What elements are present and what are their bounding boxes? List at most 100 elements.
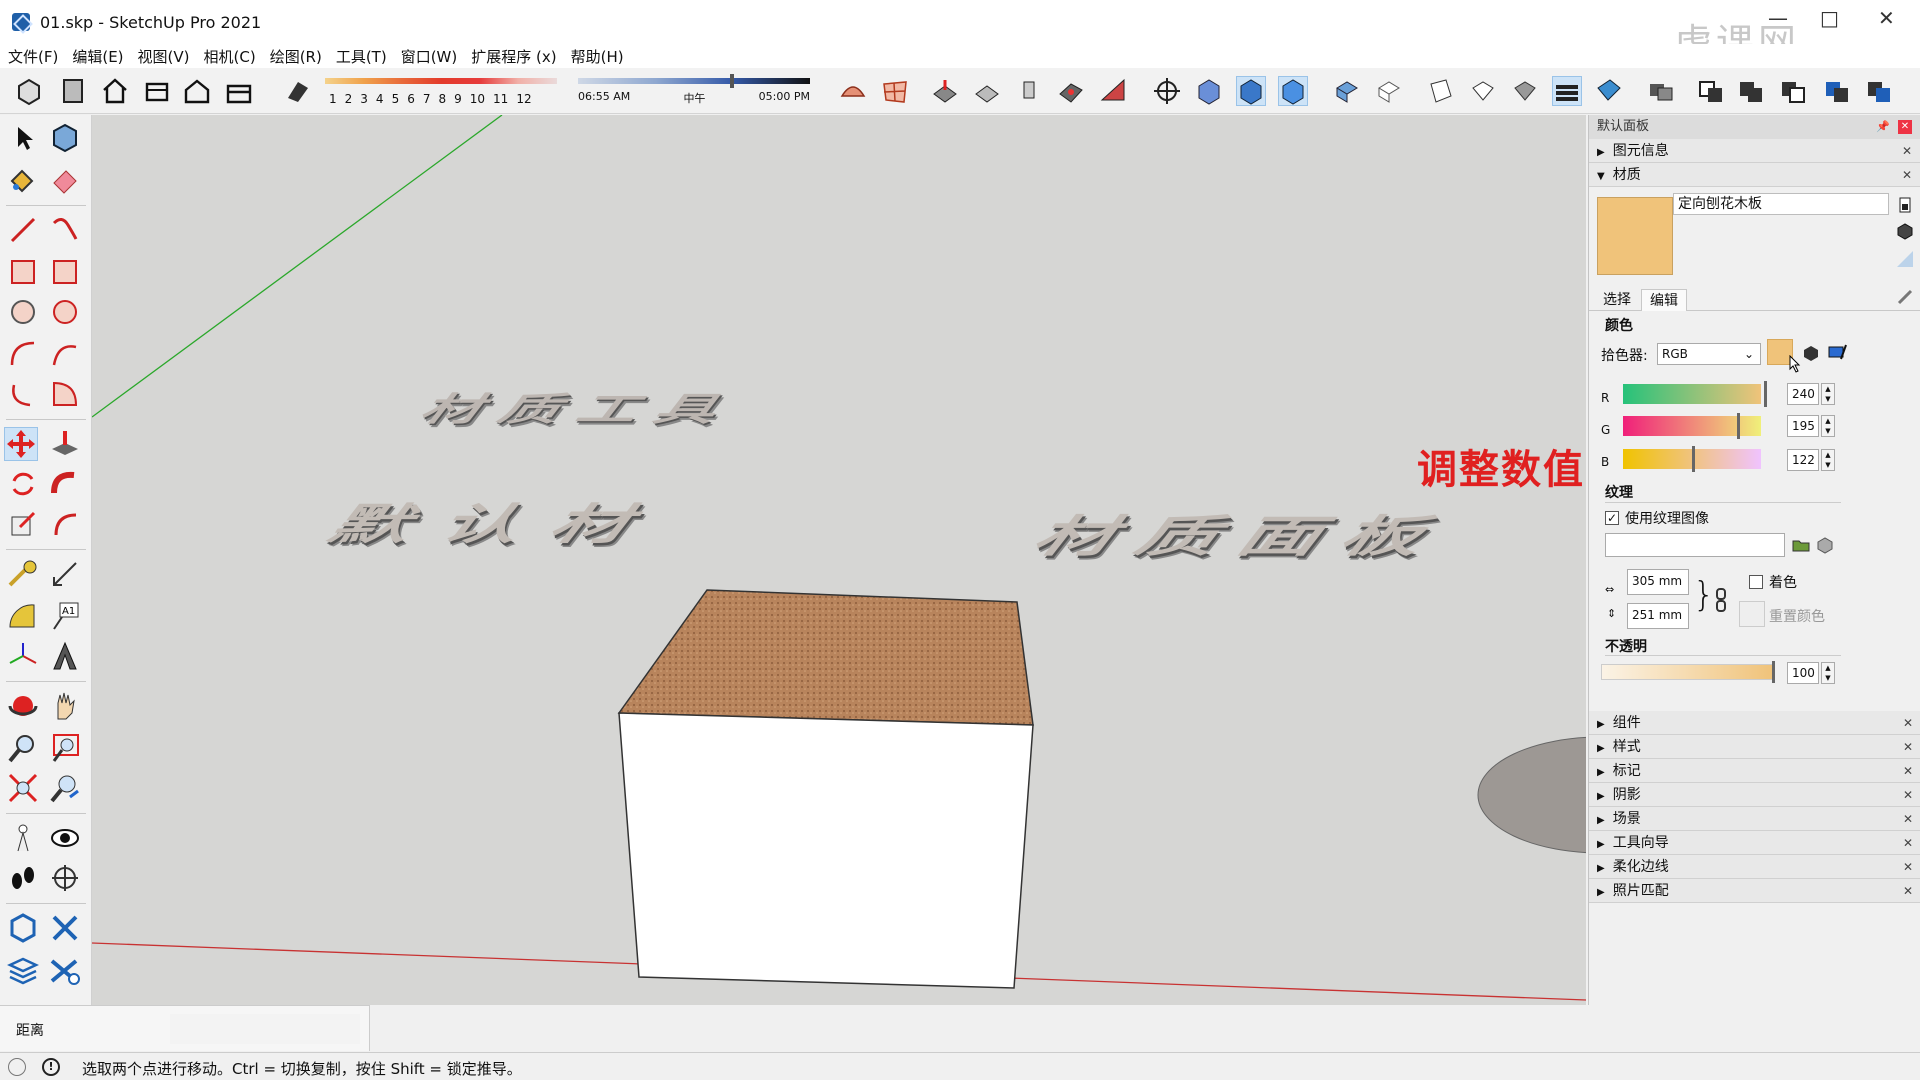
g-slider-thumb[interactable]	[1737, 413, 1740, 439]
look-around-icon[interactable]	[48, 821, 82, 855]
section-close-icon[interactable]: ✕	[1903, 711, 1913, 735]
menu-extensions[interactable]: 扩展程序 (x)	[471, 46, 556, 67]
section-soften-edges[interactable]: ▶ 柔化边线 ✕	[1589, 855, 1920, 879]
texture-height-field[interactable]: 251 mm	[1627, 603, 1689, 629]
drape-icon[interactable]	[1014, 76, 1044, 106]
orbit-icon[interactable]	[6, 689, 40, 723]
monochrome-icon[interactable]	[1468, 76, 1498, 106]
shaded-icon[interactable]	[1374, 76, 1404, 106]
match-model-color-icon[interactable]	[1801, 343, 1821, 363]
opacity-value-field[interactable]: 100	[1787, 662, 1819, 684]
menu-edit[interactable]: 编辑(E)	[72, 46, 123, 67]
previous-view-icon[interactable]	[48, 771, 82, 805]
section-close-icon[interactable]: ✕	[1903, 879, 1913, 903]
g-spinner-icon[interactable]: ▲ ▼	[1821, 415, 1835, 437]
arc-tool-icon[interactable]	[6, 337, 40, 371]
close-icon[interactable]: ✕	[1878, 6, 1895, 30]
walk-icon[interactable]	[6, 861, 40, 895]
trim-icon[interactable]	[1864, 76, 1894, 106]
component-icon[interactable]	[14, 76, 44, 106]
b-slider[interactable]	[1623, 446, 1761, 472]
section-match-photo[interactable]: ▶ 照片匹配 ✕	[1589, 879, 1920, 903]
zoom-window-icon[interactable]	[48, 731, 82, 765]
smoove-icon[interactable]	[930, 76, 960, 106]
tab-edit[interactable]: 编辑	[1641, 289, 1687, 311]
zoom-icon[interactable]	[6, 731, 40, 765]
front-view-icon[interactable]	[182, 76, 212, 106]
info-icon[interactable]: !	[42, 1058, 60, 1076]
tray-close-icon[interactable]: ✕	[1898, 120, 1912, 134]
measurements-input[interactable]	[170, 1014, 360, 1044]
month-slider[interactable]: 1 2 3 4 5 6 7 8 9 10 11 12	[325, 76, 557, 106]
minimize-icon[interactable]: —	[1768, 6, 1788, 30]
wireframe-icon[interactable]	[1278, 76, 1308, 106]
top-view-icon[interactable]	[142, 76, 172, 106]
color-picker-select[interactable]: RGB ⌄	[1657, 343, 1761, 365]
axes-tool-icon[interactable]	[6, 639, 40, 673]
select-tool-icon[interactable]	[6, 121, 40, 155]
r-slider[interactable]	[1623, 381, 1767, 407]
use-texture-checkbox[interactable]: ✓	[1605, 511, 1619, 525]
add-detail-icon[interactable]	[1056, 76, 1086, 106]
material-name-field[interactable]: 定向刨花木板	[1673, 193, 1889, 215]
b-value-field[interactable]: 122	[1787, 449, 1819, 471]
pan-hand-icon[interactable]	[48, 689, 82, 723]
3d-text-icon[interactable]	[48, 639, 82, 673]
section-instructor[interactable]: ▶ 工具向导 ✕	[1589, 831, 1920, 855]
style-blue-icon[interactable]	[1594, 76, 1624, 106]
edit-texture-icon[interactable]	[1815, 535, 1835, 555]
b-slider-thumb[interactable]	[1692, 446, 1695, 472]
section-components[interactable]: ▶ 组件 ✕	[1589, 711, 1920, 735]
outliner-icon[interactable]	[1646, 76, 1676, 106]
menu-camera[interactable]: 相机(C)	[204, 46, 256, 67]
section-shadows[interactable]: ▶ 阴影 ✕	[1589, 783, 1920, 807]
push-pull-icon[interactable]	[48, 427, 82, 461]
eraser-icon[interactable]	[48, 163, 82, 197]
hidden-line-icon[interactable]	[1332, 76, 1362, 106]
paint-bucket-icon[interactable]	[6, 163, 40, 197]
iso-view-icon[interactable]	[100, 76, 130, 106]
style-layers-icon[interactable]	[1552, 76, 1582, 106]
right-view-icon[interactable]	[224, 76, 254, 106]
sandbox-contours-icon[interactable]	[838, 76, 868, 106]
line-tool-icon[interactable]	[6, 213, 40, 247]
g-slider[interactable]	[1623, 413, 1761, 439]
section-close-icon[interactable]: ✕	[1903, 759, 1913, 783]
g-value-field[interactable]: 195	[1787, 415, 1819, 437]
section-close-icon[interactable]: ✕	[1903, 735, 1913, 759]
shadow-toggle-icon[interactable]	[282, 76, 312, 106]
xray-icon[interactable]	[1194, 76, 1224, 106]
tape-measure-icon[interactable]	[6, 557, 40, 591]
intersect-icon[interactable]	[1696, 76, 1726, 106]
three-point-arc-icon[interactable]	[6, 377, 40, 411]
follow-me-icon[interactable]	[48, 467, 82, 501]
move-tool-icon[interactable]	[4, 427, 38, 461]
chain-link-icon[interactable]	[1711, 587, 1731, 612]
menu-tools[interactable]: 工具(T)	[336, 46, 387, 67]
style-solid-icon[interactable]	[1510, 76, 1540, 106]
flip-edge-icon[interactable]	[1098, 76, 1128, 106]
default-material-icon[interactable]	[1895, 249, 1915, 269]
reset-color-label[interactable]: 重置颜色	[1769, 606, 1825, 626]
union-icon[interactable]	[1736, 76, 1766, 106]
tab-select[interactable]: 选择	[1595, 289, 1639, 311]
rectangle-tool-icon[interactable]	[6, 255, 40, 289]
opacity-slider[interactable]	[1601, 661, 1775, 683]
time-slider[interactable]: 06:55 AM 中午 05:00 PM	[578, 74, 810, 106]
freehand-icon[interactable]	[48, 213, 82, 247]
match-screen-color-icon[interactable]	[1827, 343, 1847, 363]
pin-icon[interactable]: 📌	[1876, 115, 1890, 139]
polygon-tool-icon[interactable]	[48, 295, 82, 329]
menu-file[interactable]: 文件(F)	[8, 46, 58, 67]
text-tool-icon[interactable]: A1	[48, 599, 82, 633]
back-edges-icon[interactable]	[1236, 76, 1266, 106]
reset-color-swatch[interactable]	[1739, 601, 1765, 627]
menu-view[interactable]: 视图(V)	[138, 46, 190, 67]
b-spinner-icon[interactable]: ▲ ▼	[1821, 449, 1835, 471]
make-component-icon[interactable]	[48, 121, 82, 155]
r-value-field[interactable]: 240	[1787, 383, 1819, 405]
browse-folder-icon[interactable]	[1791, 535, 1811, 555]
geo-location-icon[interactable]	[8, 1058, 26, 1076]
section-tags[interactable]: ▶ 标记 ✕	[1589, 759, 1920, 783]
section-styles[interactable]: ▶ 样式 ✕	[1589, 735, 1920, 759]
